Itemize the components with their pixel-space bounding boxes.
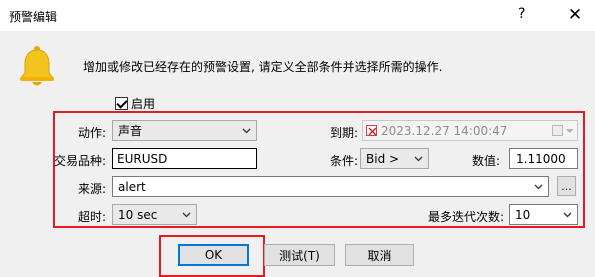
expiry-datetime-picker[interactable]: 2023.12.27 14:00:47 xyxy=(362,120,578,141)
max-iterations-select[interactable]: 10 xyxy=(509,204,578,225)
action-label: 动作: xyxy=(77,126,106,140)
calendar-dropdown[interactable] xyxy=(552,124,574,137)
condition-select[interactable]: Bid > xyxy=(360,148,429,169)
close-button[interactable]: ✕ xyxy=(560,3,590,27)
calendar-icon xyxy=(552,125,563,136)
max-iterations-value: 10 xyxy=(515,207,531,222)
chevron-down-icon xyxy=(414,154,423,163)
condition-value: Bid > xyxy=(366,151,400,166)
chevron-down-icon xyxy=(242,126,251,135)
bell-icon xyxy=(18,45,56,89)
timeout-select[interactable]: 10 sec xyxy=(112,204,197,225)
symbol-label: 交易品种: xyxy=(53,154,106,168)
chevron-down-icon xyxy=(534,182,543,191)
action-select[interactable]: 声音 xyxy=(112,120,257,141)
dialog-description: 增加或修改已经存在的预警设置, 请定义全部条件并选择所需的操作. xyxy=(83,60,443,74)
symbol-input[interactable]: EURUSD xyxy=(112,148,257,169)
timeout-value: 10 sec xyxy=(118,207,158,222)
checkbox-checked-icon[interactable] xyxy=(115,97,128,110)
expiry-value: 2023.12.27 14:00:47 xyxy=(381,123,508,138)
red-x-icon[interactable] xyxy=(366,125,377,136)
max-iterations-label: 最多迭代次数: xyxy=(427,210,504,224)
source-select[interactable]: alert xyxy=(112,176,549,197)
ok-button[interactable]: OK xyxy=(178,244,249,266)
condition-label: 条件: xyxy=(329,154,358,168)
source-value: alert xyxy=(118,179,146,194)
timeout-label: 超时: xyxy=(77,210,106,224)
help-button[interactable]: ? xyxy=(518,6,525,22)
test-button[interactable]: 测试(T) xyxy=(264,244,335,266)
expiry-label: 到期: xyxy=(329,126,358,140)
symbol-value: EURUSD xyxy=(117,151,168,166)
window-title: 预警编辑 xyxy=(9,10,58,24)
amount-label: 数值: xyxy=(471,154,500,168)
title-bar: 预警编辑 ? ✕ xyxy=(0,0,595,31)
chevron-down-icon xyxy=(182,210,191,219)
browse-button[interactable]: ... xyxy=(557,176,576,196)
dialog-body: 增加或修改已经存在的预警设置, 请定义全部条件并选择所需的操作. 启用 动作: … xyxy=(0,31,595,277)
enable-checkbox-row[interactable]: 启用 xyxy=(115,95,155,112)
chevron-down-icon xyxy=(563,210,572,219)
enable-label: 启用 xyxy=(131,97,156,111)
source-label: 来源: xyxy=(77,182,106,196)
amount-input[interactable]: 1.11000 xyxy=(509,148,578,169)
action-value: 声音 xyxy=(118,124,143,138)
chevron-down-icon xyxy=(565,129,574,133)
amount-value: 1.11000 xyxy=(516,151,566,166)
cancel-button[interactable]: 取消 xyxy=(345,244,414,266)
